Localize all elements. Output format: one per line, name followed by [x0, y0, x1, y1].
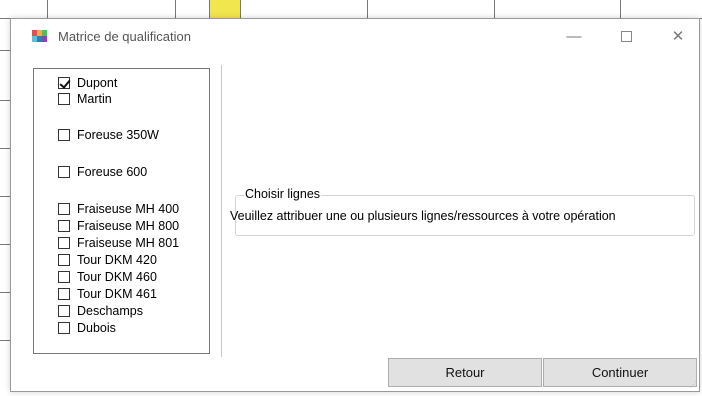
maximize-button[interactable]	[603, 21, 649, 51]
list-item-label: Dupont	[77, 76, 118, 90]
grid-line	[0, 340, 10, 341]
list-item[interactable]: Dupont	[58, 75, 117, 91]
list-item[interactable]: Martin	[58, 91, 112, 107]
close-button[interactable]: ✕	[655, 21, 701, 51]
grid-line	[47, 0, 48, 18]
grid-line	[367, 0, 368, 18]
checkbox[interactable]	[58, 271, 70, 283]
grid-line	[209, 0, 210, 18]
highlighted-cell	[209, 0, 240, 18]
grid-line	[240, 0, 241, 18]
list-item-label: Tour DKM 461	[77, 287, 157, 301]
checkbox[interactable]	[58, 129, 70, 141]
window-title: Matrice de qualification	[58, 29, 191, 44]
grid-line	[494, 0, 495, 18]
panel-splitter[interactable]	[221, 65, 222, 357]
list-item[interactable]: Fraiseuse MH 801	[58, 235, 179, 251]
list-item[interactable]: Tour DKM 461	[58, 286, 157, 302]
list-item-label: Tour DKM 420	[77, 253, 157, 267]
minimize-icon: —	[566, 27, 582, 45]
list-item-label: Fraiseuse MH 800	[77, 219, 180, 233]
checkbox[interactable]	[58, 203, 70, 215]
list-item[interactable]: Foreuse 350W	[58, 127, 159, 143]
checkbox[interactable]	[58, 220, 70, 232]
list-item-label: Fraiseuse MH 400	[77, 202, 180, 216]
instruction-text: Veuillez attribuer une ou plusieurs lign…	[230, 209, 616, 223]
continue-button[interactable]: Continuer	[543, 358, 697, 387]
grid-line	[0, 196, 10, 197]
list-item[interactable]: Fraiseuse MH 400	[58, 201, 179, 217]
checkbox[interactable]	[58, 288, 70, 300]
grid-line	[0, 244, 10, 245]
grid-line	[175, 0, 176, 18]
list-item-label: Dubois	[77, 321, 116, 335]
app-icon	[32, 30, 48, 42]
minimize-button[interactable]: —	[551, 21, 597, 51]
back-button[interactable]: Retour	[388, 358, 542, 387]
list-item[interactable]: Deschamps	[58, 303, 143, 319]
list-item-label: Deschamps	[77, 304, 143, 318]
list-item[interactable]: Foreuse 600	[58, 164, 147, 180]
list-item-label: Fraiseuse MH 801	[77, 236, 180, 250]
resource-checklist[interactable]: Dupont Martin Foreuse 350W Foreuse 600 F…	[33, 68, 210, 354]
checkbox[interactable]	[58, 322, 70, 334]
qualification-dialog: Matrice de qualification — ✕ Dupont Mart…	[10, 18, 700, 392]
groupbox-title: Choisir lignes	[244, 187, 322, 201]
checkbox[interactable]	[58, 254, 70, 266]
resize-grip-icon[interactable]: ⋰	[689, 381, 697, 389]
grid-line	[0, 100, 10, 101]
list-item-label: Foreuse 600	[77, 165, 148, 179]
list-item[interactable]: Fraiseuse MH 800	[58, 218, 179, 234]
title-bar[interactable]: Matrice de qualification — ✕	[11, 19, 699, 53]
list-item[interactable]: Dubois	[58, 320, 116, 336]
checkbox[interactable]	[58, 305, 70, 317]
grid-line	[620, 0, 621, 18]
maximize-icon	[620, 30, 632, 42]
grid-line	[0, 148, 10, 149]
close-icon: ✕	[671, 28, 685, 45]
checkbox[interactable]	[58, 166, 70, 178]
grid-line	[0, 50, 10, 51]
spreadsheet-header-row	[0, 0, 702, 19]
list-item-label: Martin	[77, 92, 112, 106]
list-item-label: Foreuse 350W	[77, 128, 159, 142]
list-item[interactable]: Tour DKM 420	[58, 252, 157, 268]
list-item[interactable]: Tour DKM 460	[58, 269, 157, 285]
checkbox[interactable]	[58, 237, 70, 249]
checkbox[interactable]	[58, 77, 70, 89]
list-item-label: Tour DKM 460	[77, 270, 157, 284]
grid-line	[0, 292, 10, 293]
checkbox[interactable]	[58, 93, 70, 105]
